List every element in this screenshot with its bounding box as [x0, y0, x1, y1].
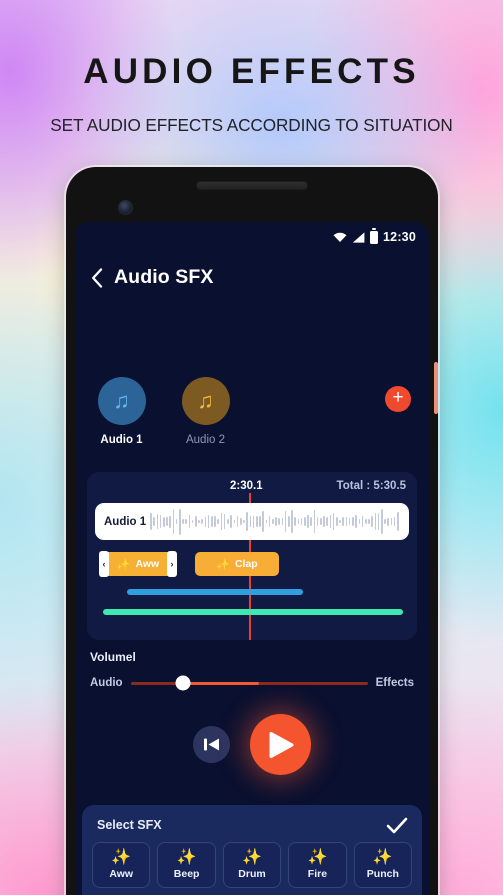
front-camera-icon — [119, 201, 132, 214]
magic-wand-icon: ✨ — [242, 849, 262, 866]
sfx-clip-aww-label: Aww — [135, 558, 160, 570]
current-time-label: 2:30.1 — [230, 480, 263, 492]
play-icon — [269, 731, 293, 758]
page-subtitle: SET AUDIO EFFECTS ACCORDING TO SITUATION — [50, 115, 453, 135]
magic-wand-icon: ✨ — [111, 849, 132, 866]
waveform-track[interactable]: Audio 1 — [95, 503, 409, 540]
status-bar: 12:30 — [75, 222, 429, 252]
sfx-button-label: Fire — [307, 868, 328, 880]
sfx-button-aww[interactable]: ✨ Aww — [92, 842, 151, 888]
power-button[interactable] — [434, 362, 438, 414]
timeline-times: 2:30.1 Total : 5:30.5 — [87, 477, 417, 497]
select-sfx-header: Select SFX — [92, 814, 412, 836]
transport-controls — [75, 714, 429, 775]
sfx-button-fire[interactable]: ✨ Fire — [288, 842, 347, 888]
select-sfx-row-1: ✨ Aww ✨ Beep ✨ Drum ✨ Fire ✨ Punch — [92, 842, 413, 888]
magic-wand-icon: ✨ — [216, 558, 230, 571]
poster-root: AUDIO EFFECTS SET AUDIO EFFECTS ACCORDIN… — [0, 0, 503, 895]
audio-item-1-label: Audio 1 — [100, 434, 143, 446]
sfx-clip-clap-label: Clap — [234, 558, 258, 570]
track-bar-blue[interactable] — [127, 589, 303, 595]
screen-title: Audio SFX — [114, 266, 214, 288]
sfx-button-drum[interactable]: ✨ Drum — [222, 842, 282, 888]
volume-left-label: Audio — [90, 677, 123, 689]
track-bar-green[interactable] — [103, 609, 403, 615]
sfx-button-punch[interactable]: ✨ Punch — [353, 842, 413, 888]
volume-right-label: Effects — [375, 677, 414, 689]
select-sfx-panel: Select SFX ✨Aww✨Beep✨Drum✨Fire✨Punch ✨Fa… — [82, 805, 422, 895]
sfx-clip-aww[interactable]: ‹ ✨ Aww › — [99, 551, 177, 577]
back-chevron-icon[interactable] — [91, 267, 103, 288]
volume-slider-fill — [182, 681, 259, 685]
play-button[interactable] — [250, 714, 311, 775]
clip-handle-left[interactable]: ‹ — [99, 551, 109, 577]
volume-slider-row: Audio Effects — [90, 675, 414, 691]
sfx-clip-clap[interactable]: ✨ Clap — [195, 552, 279, 576]
page-title: AUDIO EFFECTS — [83, 52, 420, 91]
app-bar: Audio SFX — [75, 266, 429, 289]
select-sfx-title: Select SFX — [97, 818, 162, 832]
music-note-icon: ♫ — [97, 377, 146, 425]
signal-icon — [352, 231, 365, 243]
battery-icon — [370, 228, 379, 244]
sfx-button-label: Punch — [366, 868, 399, 880]
phone-mockup: 12:30 Audio SFX ♫ Audio 1 ♫ Audio 2 + 2:… — [66, 167, 438, 895]
phone-screen: 12:30 Audio SFX ♫ Audio 1 ♫ Audio 2 + 2:… — [75, 222, 429, 895]
check-icon[interactable] — [386, 817, 408, 834]
audio-item-2-label: Audio 2 — [185, 434, 225, 446]
audio-item-1[interactable]: ♫ Audio 1 — [93, 377, 150, 446]
volume-slider[interactable] — [130, 675, 368, 691]
add-audio-button[interactable]: + — [385, 386, 411, 412]
skip-previous-icon — [204, 738, 219, 751]
wifi-icon — [333, 232, 347, 242]
status-time: 12:30 — [383, 230, 416, 244]
clip-handle-right[interactable]: › — [167, 551, 177, 577]
magic-wand-icon: ✨ — [307, 849, 328, 866]
earpiece-speaker — [197, 182, 307, 189]
waveform-track-label: Audio 1 — [104, 515, 147, 528]
skip-previous-button[interactable] — [193, 726, 230, 763]
sfx-button-beep[interactable]: ✨ Beep — [157, 842, 216, 888]
magic-wand-icon: ✨ — [176, 849, 197, 866]
sfx-button-label: Beep — [173, 868, 200, 880]
magic-wand-icon: ✨ — [116, 558, 131, 571]
select-sfx-grid: ✨Aww✨Beep✨Drum✨Fire✨Punch ✨Fail✨Clap✨Hor… — [92, 842, 413, 895]
sfx-clip-row: ‹ ✨ Aww › ✨ Clap — [95, 551, 409, 577]
sfx-button-label: Drum — [238, 868, 266, 880]
volume-slider-thumb[interactable] — [175, 675, 191, 691]
magic-wand-icon: ✨ — [372, 849, 393, 866]
volume-title: Volumel — [90, 650, 136, 664]
timeline-panel[interactable]: 2:30.1 Total : 5:30.5 Audio 1 ‹ ✨ Aww › — [87, 472, 417, 640]
music-note-icon: ♫ — [181, 377, 230, 425]
audio-track-selector: ♫ Audio 1 ♫ Audio 2 + — [75, 377, 429, 446]
waveform-bars — [150, 508, 409, 535]
audio-item-2[interactable]: ♫ Audio 2 — [177, 377, 234, 446]
total-time-label: Total : 5:30.5 — [336, 480, 406, 492]
sfx-button-label: Aww — [109, 868, 134, 880]
